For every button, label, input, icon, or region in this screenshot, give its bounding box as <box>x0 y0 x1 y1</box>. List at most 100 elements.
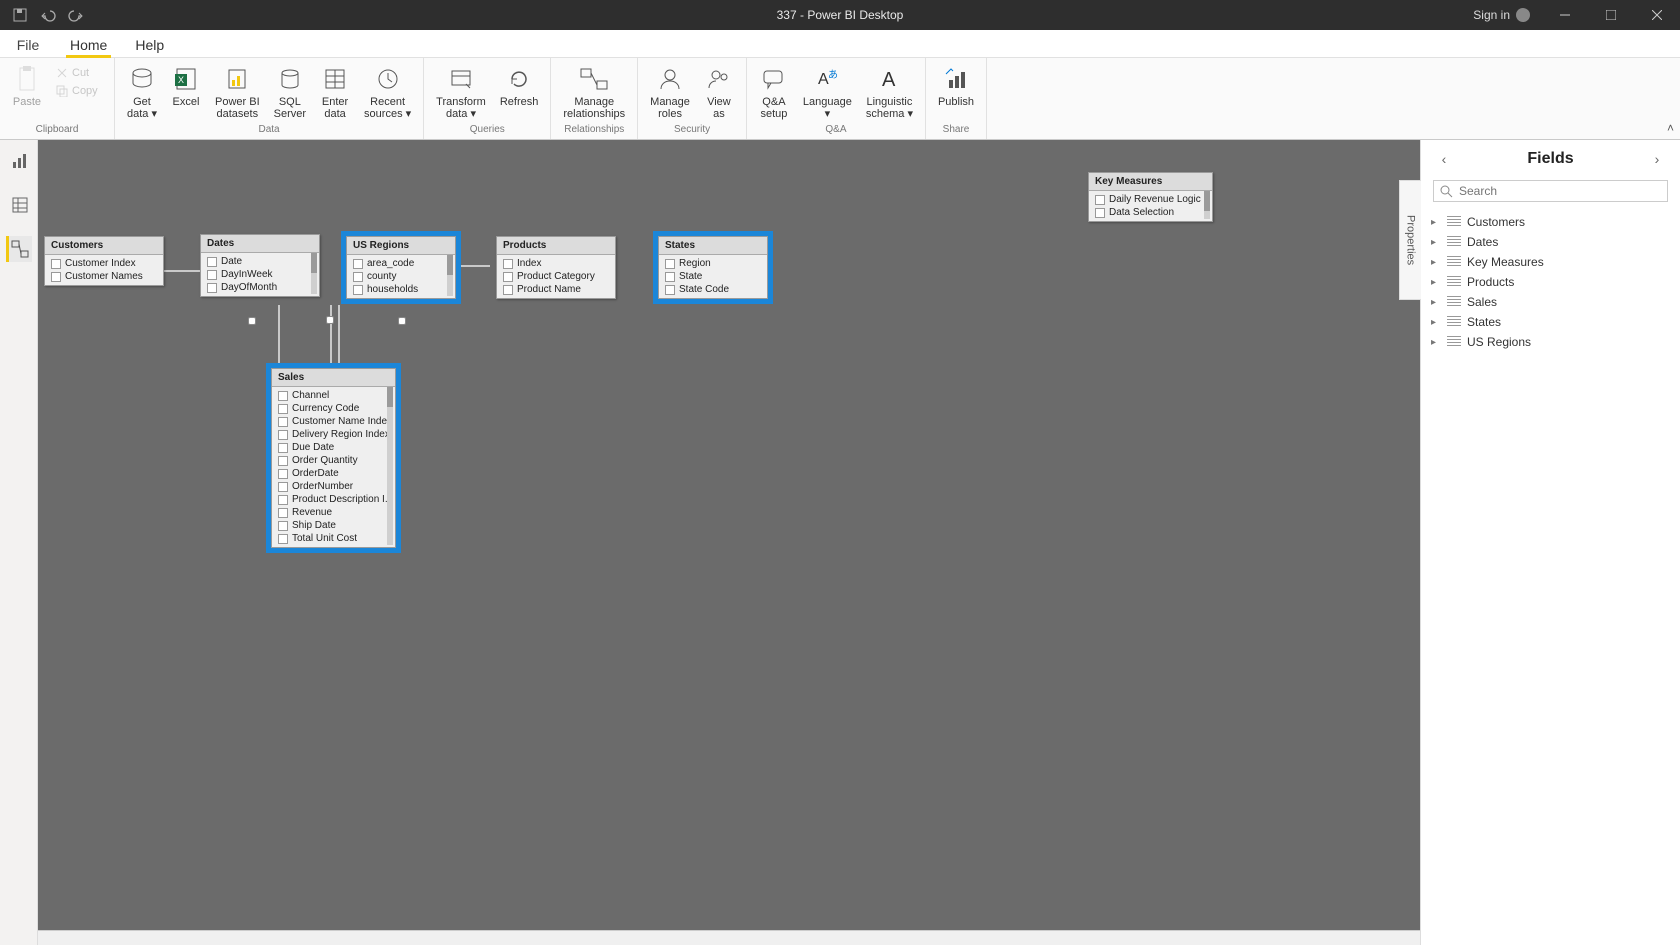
sql-server-button[interactable]: SQL Server <box>270 62 310 122</box>
collapse-right-icon[interactable]: › <box>1648 151 1666 167</box>
field-row[interactable]: Product Category <box>497 270 615 283</box>
relationship-line[interactable] <box>278 305 280 365</box>
table-scrollbar[interactable] <box>447 255 453 296</box>
fields-pane: Properties ‹ Fields › ▸Customers ▸Dates … <box>1420 140 1680 945</box>
table-icon <box>1447 276 1461 288</box>
properties-pane-collapsed[interactable]: Properties <box>1399 180 1421 300</box>
language-button[interactable]: AあLanguage ▾ <box>799 62 856 122</box>
field-row[interactable]: Channel <box>272 389 395 402</box>
field-row[interactable]: State <box>659 270 767 283</box>
refresh-button[interactable]: Refresh <box>496 62 543 110</box>
field-row[interactable]: Ship Date <box>272 519 395 532</box>
field-row[interactable]: area_code <box>347 257 455 270</box>
field-row[interactable]: OrderNumber <box>272 480 395 493</box>
pbi-datasets-button[interactable]: Power BI datasets <box>211 62 264 122</box>
field-table-item[interactable]: ▸Key Measures <box>1429 252 1672 272</box>
table-title: US Regions <box>353 240 409 251</box>
publish-button[interactable]: Publish <box>934 62 978 110</box>
field-row[interactable]: Region <box>659 257 767 270</box>
field-row[interactable]: Due Date <box>272 441 395 454</box>
field-row[interactable]: households <box>347 283 455 296</box>
field-row[interactable]: OrderDate <box>272 467 395 480</box>
view-as-button[interactable]: View as <box>700 62 738 122</box>
report-view-button[interactable] <box>6 148 32 174</box>
field-row[interactable]: Customer Names <box>45 270 163 283</box>
field-table-item[interactable]: ▸Dates <box>1429 232 1672 252</box>
ribbon-group-qa: Q&A setup AあLanguage ▾ ALinguistic schem… <box>747 58 926 139</box>
fields-title: Fields <box>1527 150 1573 168</box>
field-table-item[interactable]: ▸Customers <box>1429 212 1672 232</box>
field-row[interactable]: Currency Code <box>272 402 395 415</box>
relationship-line[interactable] <box>338 305 340 365</box>
relationship-end[interactable] <box>398 317 406 325</box>
close-button[interactable] <box>1634 0 1680 30</box>
field-row[interactable]: Order Quantity <box>272 454 395 467</box>
svg-text:A: A <box>882 69 896 91</box>
save-icon[interactable] <box>12 7 28 23</box>
recent-sources-button[interactable]: Recent sources ▾ <box>360 62 415 122</box>
transform-data-button[interactable]: Transform data ▾ <box>432 62 490 122</box>
qa-setup-button[interactable]: Q&A setup <box>755 62 793 122</box>
fields-list: ▸Customers ▸Dates ▸Key Measures ▸Product… <box>1421 208 1680 356</box>
field-row[interactable]: Index <box>497 257 615 270</box>
table-products[interactable]: Products Index Product Category Product … <box>496 236 616 299</box>
table-states[interactable]: States Region State State Code <box>658 236 768 299</box>
table-title: States <box>665 240 695 251</box>
linguistic-schema-button[interactable]: ALinguistic schema ▾ <box>862 62 917 122</box>
table-dates[interactable]: Dates Date DayInWeek DayOfMonth <box>200 234 320 297</box>
model-canvas[interactable]: Customers Customer Index Customer Names … <box>38 140 1420 945</box>
table-title: Products <box>503 240 546 251</box>
manage-relationships-button[interactable]: Manage relationships <box>559 62 629 122</box>
field-row[interactable]: State Code <box>659 283 767 296</box>
relationship-line[interactable] <box>330 305 332 365</box>
tab-home[interactable]: Home <box>56 37 121 57</box>
data-view-button[interactable] <box>6 192 32 218</box>
get-data-button[interactable]: Get data ▾ <box>123 62 161 122</box>
main-area: Customers Customer Index Customer Names … <box>0 140 1680 945</box>
field-row[interactable]: Revenue <box>272 506 395 519</box>
field-row[interactable]: Product Description I... <box>272 493 395 506</box>
field-row[interactable]: Daily Revenue Logic <box>1089 193 1212 206</box>
table-scrollbar[interactable] <box>1204 191 1210 219</box>
tab-file[interactable]: File <box>0 37 56 57</box>
field-row[interactable]: county <box>347 270 455 283</box>
fields-search[interactable] <box>1433 180 1668 202</box>
table-customers[interactable]: Customers Customer Index Customer Names <box>44 236 164 286</box>
signin-link[interactable]: Sign in <box>1473 8 1530 22</box>
field-table-item[interactable]: ▸Products <box>1429 272 1672 292</box>
excel-button[interactable]: XExcel <box>167 62 205 110</box>
field-row[interactable]: Customer Name Index <box>272 415 395 428</box>
field-row[interactable]: Product Name <box>497 283 615 296</box>
ribbon-group-data: Get data ▾ XExcel Power BI datasets SQL … <box>115 58 424 139</box>
field-row[interactable]: Delivery Region Index <box>272 428 395 441</box>
table-scrollbar[interactable] <box>311 253 317 294</box>
field-row[interactable]: DayInWeek <box>201 268 319 281</box>
manage-roles-button[interactable]: Manage roles <box>646 62 694 122</box>
field-row[interactable]: Total Unit Cost <box>272 532 395 545</box>
table-sales[interactable]: Sales Channel Currency Code Customer Nam… <box>271 368 396 548</box>
relationship-end[interactable] <box>248 317 256 325</box>
maximize-button[interactable] <box>1588 0 1634 30</box>
field-row[interactable]: Data Selection <box>1089 206 1212 219</box>
tab-help[interactable]: Help <box>121 37 178 57</box>
search-input[interactable] <box>1459 184 1661 198</box>
enter-data-button[interactable]: Enter data <box>316 62 354 122</box>
field-row[interactable]: Customer Index <box>45 257 163 270</box>
table-scrollbar[interactable] <box>387 387 393 545</box>
collapse-left-icon[interactable]: ‹ <box>1435 151 1453 167</box>
undo-icon[interactable] <box>40 7 56 23</box>
paste-button: Paste <box>8 62 46 110</box>
field-table-item[interactable]: ▸Sales <box>1429 292 1672 312</box>
minimize-button[interactable] <box>1542 0 1588 30</box>
redo-icon[interactable] <box>68 7 84 23</box>
field-table-item[interactable]: ▸States <box>1429 312 1672 332</box>
table-key-measures[interactable]: Key Measures Daily Revenue Logic Data Se… <box>1088 172 1213 222</box>
collapse-ribbon-icon[interactable]: ˄ <box>1667 121 1674 135</box>
model-view-button[interactable] <box>6 236 32 262</box>
field-row[interactable]: DayOfMonth <box>201 281 319 294</box>
relationship-end[interactable] <box>326 316 334 324</box>
field-row[interactable]: Date <box>201 255 319 268</box>
table-us-regions[interactable]: US Regions area_code county households <box>346 236 456 299</box>
relationship-line[interactable] <box>460 265 490 267</box>
field-table-item[interactable]: ▸US Regions <box>1429 332 1672 352</box>
